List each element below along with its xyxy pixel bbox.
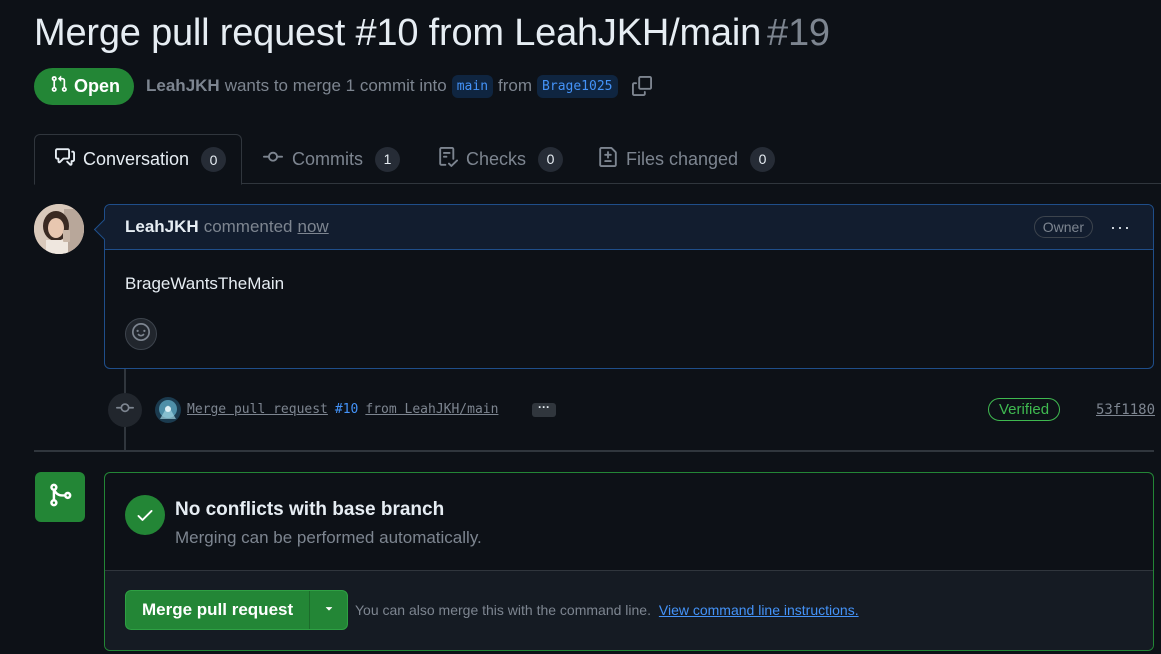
git-commit-icon (262, 147, 284, 172)
commit-node (108, 393, 142, 427)
merge-pull-request-button[interactable]: Merge pull request (126, 591, 309, 629)
commit-author-avatar[interactable] (155, 397, 181, 423)
merge-status-subtitle: Merging can be performed automatically. (175, 528, 482, 547)
tab-files-changed-label: Files changed (626, 148, 739, 169)
kebab-menu-icon[interactable]: ··· (1110, 217, 1131, 238)
timeline-divider (34, 450, 1154, 452)
base-branch[interactable]: main (451, 74, 494, 98)
author-link[interactable]: LeahJKH (146, 76, 220, 96)
pull-request-icon (50, 75, 68, 98)
comment-verb: commented (203, 217, 293, 236)
comment-body: BrageWantsTheMain (105, 250, 1153, 350)
comment-discussion-icon (55, 147, 75, 172)
tab-commits[interactable]: Commits 1 (262, 134, 400, 184)
merge-actions: Merge pull request You can also merge th… (105, 571, 1153, 650)
tab-conversation-count: 0 (201, 147, 227, 172)
tab-checks-count: 0 (538, 146, 564, 172)
command-line-instructions-link[interactable]: View command line instructions. (659, 602, 859, 618)
tab-checks[interactable]: Checks 0 (438, 134, 564, 184)
comment-author-avatar[interactable] (34, 204, 84, 254)
tab-checks-label: Checks (466, 148, 527, 169)
comment-box: LeahJKH commented now Owner ··· BrageWan… (104, 204, 1154, 369)
state-label: Open (74, 75, 121, 96)
tab-conversation-label: Conversation (83, 149, 190, 169)
add-reaction-button[interactable] (125, 318, 157, 350)
merge-text: wants to merge 1 commit into (224, 76, 447, 95)
checklist-icon (438, 146, 459, 172)
merge-status-icon-box (35, 472, 85, 522)
git-commit-icon (115, 399, 135, 422)
pr-tabs: Conversation 0 Commits 1 Checks 0 Files … (34, 134, 1161, 185)
comment-author[interactable]: LeahJKH (125, 217, 199, 237)
tab-files-changed-count: 0 (750, 146, 776, 172)
commit-message-prefix[interactable]: Merge pull request (187, 402, 328, 417)
tab-commits-count: 1 (375, 146, 400, 172)
commit-sha[interactable]: 53f1180 (1096, 402, 1155, 418)
git-merge-icon (47, 482, 73, 513)
owner-badge: Owner (1033, 216, 1093, 238)
command-line-hint-text: You can also merge this with the command… (355, 602, 651, 618)
comment-header: LeahJKH commented now Owner ··· (105, 205, 1153, 250)
tab-conversation[interactable]: Conversation 0 (34, 134, 242, 185)
tab-commits-label: Commits (292, 148, 363, 169)
from-text: from (498, 76, 533, 95)
merge-status-title: No conflicts with base branch (175, 499, 445, 520)
head-branch[interactable]: Brage1025 (537, 74, 618, 98)
merge-box: No conflicts with base branch Merging ca… (104, 472, 1154, 651)
triangle-down-icon (322, 601, 336, 620)
merge-method-dropdown[interactable] (309, 591, 347, 629)
command-line-hint: You can also merge this with the command… (355, 602, 859, 618)
pr-meta: Open LeahJKH wants to merge 1 commit int… (34, 67, 653, 105)
pr-number: #19 (767, 12, 830, 54)
state-badge: Open (34, 67, 135, 105)
expand-commit-button[interactable]: ··· (532, 401, 556, 417)
file-diff-icon (598, 146, 618, 172)
merge-button-group: Merge pull request (125, 590, 349, 630)
pr-title-text: Merge pull request #10 from LeahJKH/main (34, 12, 762, 54)
merge-summary: LeahJKH wants to merge 1 commit into mai… (146, 74, 653, 98)
copy-icon[interactable] (631, 75, 653, 97)
commit-pr-link[interactable]: #10 (335, 402, 358, 417)
comment-timestamp[interactable]: now (298, 217, 329, 237)
commit-message: Merge pull request #10 from LeahJKH/main (187, 402, 498, 417)
check-icon (125, 495, 165, 535)
pr-title: Merge pull request #10 from LeahJKH/main… (34, 12, 830, 55)
tab-files-changed[interactable]: Files changed 0 (598, 134, 776, 184)
merge-status: No conflicts with base branch Merging ca… (105, 473, 1153, 571)
verified-badge[interactable]: Verified (988, 398, 1061, 421)
comment-text: BrageWantsTheMain (125, 274, 285, 293)
smiley-icon (132, 322, 150, 346)
commit-message-suffix[interactable]: from LeahJKH/main (365, 402, 498, 417)
